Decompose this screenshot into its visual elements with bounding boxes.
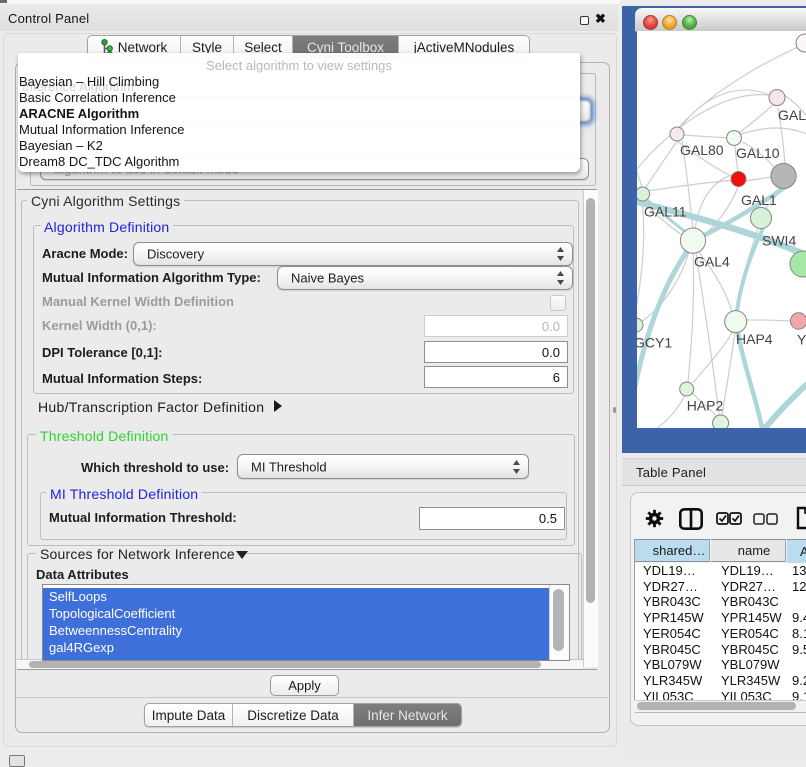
svg-text:GCY1: GCY1: [637, 335, 672, 351]
svg-text:GAL11: GAL11: [644, 204, 687, 220]
svg-text:GAL80: GAL80: [680, 142, 724, 158]
svg-text:HAP2: HAP2: [687, 398, 724, 414]
svg-text:SWI4: SWI4: [762, 233, 796, 249]
svg-text:GAL4: GAL4: [694, 254, 730, 270]
svg-text:GAL1: GAL1: [741, 192, 777, 208]
svg-text:GAL: GAL: [778, 107, 806, 123]
svg-text:GAL10: GAL10: [736, 145, 780, 161]
svg-text:Y: Y: [797, 332, 806, 348]
svg-text:HAP4: HAP4: [736, 331, 773, 347]
